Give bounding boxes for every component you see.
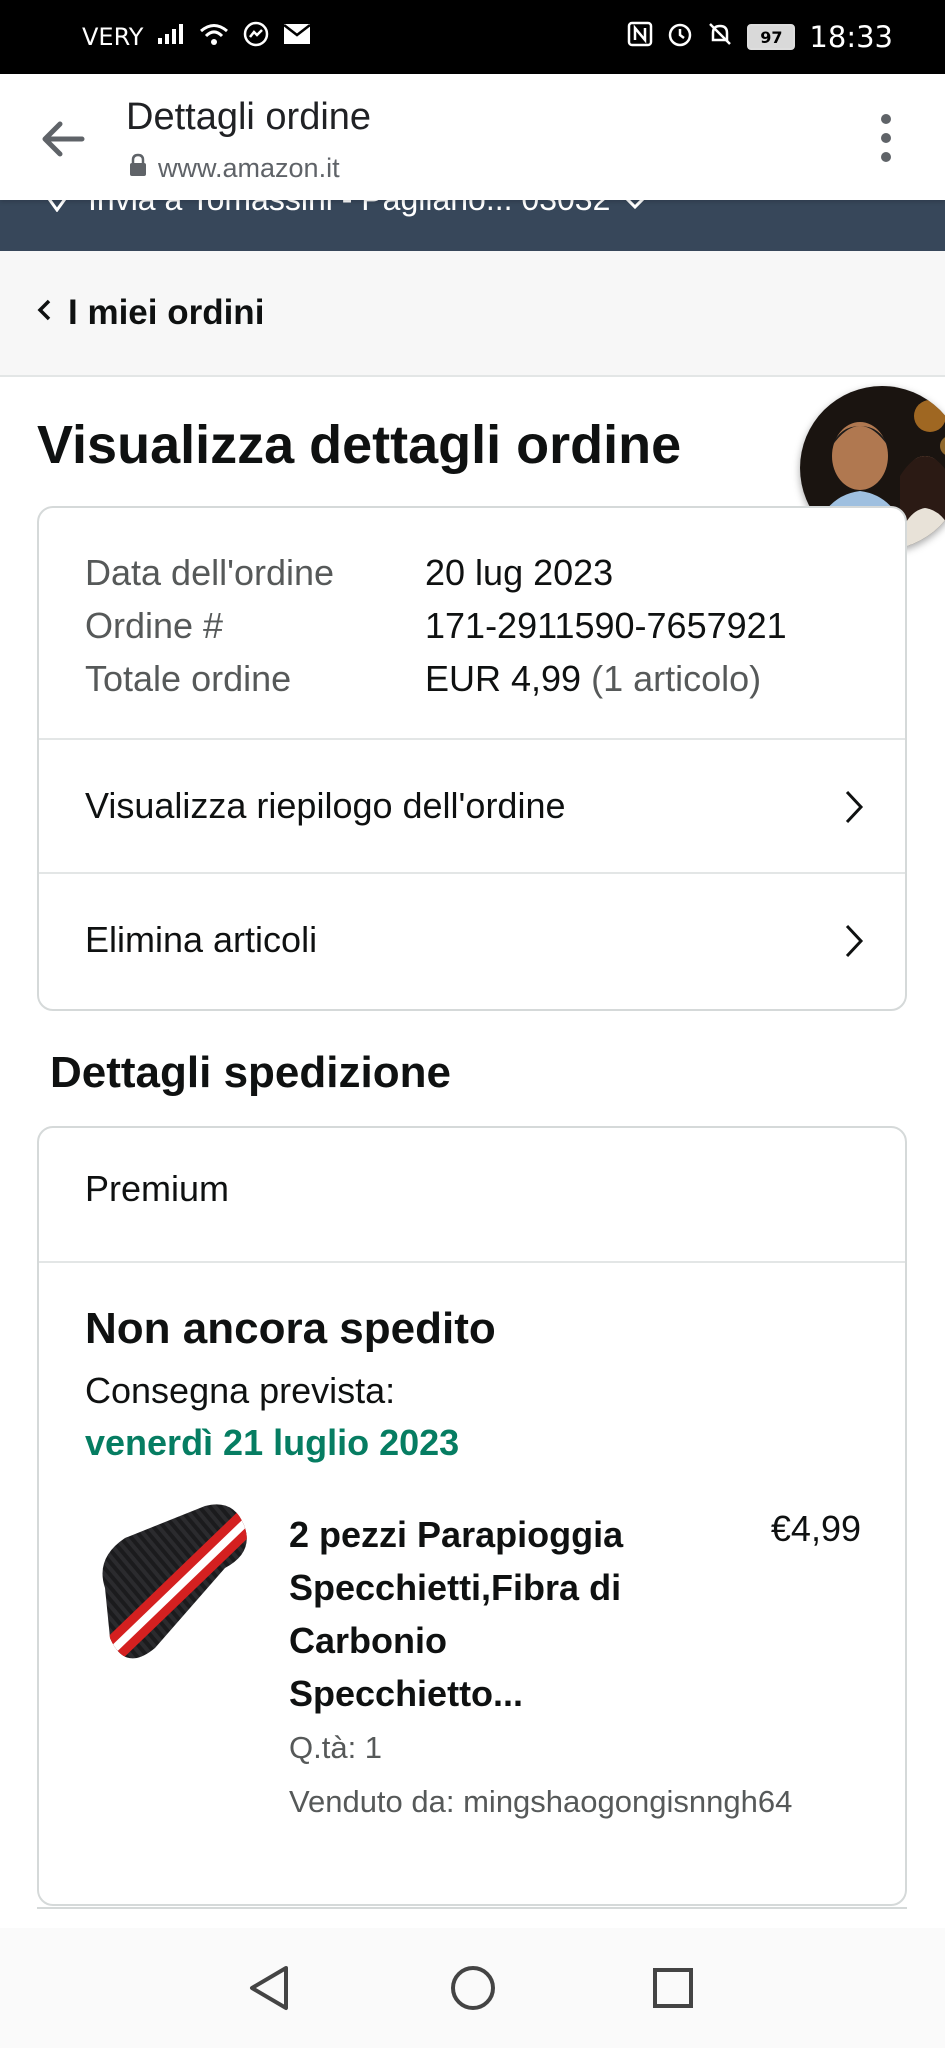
order-info-card: Data dell'ordine 20 lug 2023 Ordine # 17… <box>37 506 907 1011</box>
order-date-label: Data dell'ordine <box>85 552 335 593</box>
status-bar: VERY 97 18:33 <box>0 0 945 74</box>
nav-back-icon[interactable] <box>240 1958 300 2018</box>
divider <box>39 1261 905 1263</box>
url-bar[interactable]: www.amazon.it <box>128 153 340 184</box>
nav-recents-icon[interactable] <box>643 1958 703 2018</box>
chevron-right-icon <box>839 918 869 964</box>
product-title-link[interactable]: 2 pezzi Parapioggia Specchietti,Fibra di… <box>289 1508 659 1720</box>
browser-toolbar: Dettagli ordine www.amazon.it <box>0 74 945 200</box>
lock-icon <box>128 153 148 184</box>
shipping-section-title: Dettagli spedizione <box>50 1048 451 1097</box>
browser-page-title: Dettagli ordine <box>126 96 372 138</box>
nfc-icon <box>627 21 653 53</box>
expected-delivery-date: venerdì 21 luglio 2023 <box>85 1422 460 1463</box>
delete-items-label: Elimina articoli <box>85 919 318 960</box>
battery-icon: 97 <box>747 24 796 50</box>
ship-to-strip[interactable]: Invia a Tomassini - Pagliano... 03032 <box>0 200 945 251</box>
shipment-status: Non ancora spedito <box>85 1304 496 1353</box>
order-info-grid: Data dell'ordine 20 lug 2023 Ordine # 17… <box>85 546 787 705</box>
product-image[interactable] <box>85 1498 257 1670</box>
clock: 18:33 <box>809 20 893 54</box>
page-title: Visualizza dettagli ordine <box>37 415 682 475</box>
alarm-icon <box>667 21 693 53</box>
order-total-amount: EUR 4,99 <box>425 658 582 699</box>
more-vert-icon[interactable] <box>879 114 893 162</box>
ship-to-text: Invia a Tomassini - Pagliano... 03032 <box>88 200 610 218</box>
order-number-value: 171-2911590-7657921 <box>425 605 787 646</box>
url-text: www.amazon.it <box>158 153 340 183</box>
order-date-row: Data dell'ordine 20 lug 2023 <box>85 546 787 599</box>
chevron-down-icon <box>624 200 646 218</box>
order-item-count: (1 articolo) <box>591 658 762 699</box>
messenger-icon <box>243 21 269 53</box>
order-number-label: Ordine # <box>85 605 224 646</box>
location-icon <box>40 200 74 220</box>
bell-off-icon <box>707 21 733 53</box>
view-order-summary-row[interactable]: Visualizza riepilogo dell'ordine <box>39 738 905 872</box>
order-total-value: EUR 4,99 (1 articolo) <box>425 652 761 705</box>
product-quantity: Q.tà: 1 <box>289 1730 383 1765</box>
order-total-label: Totale ordine <box>85 658 292 699</box>
view-order-summary-label: Visualizza riepilogo dell'ordine <box>85 785 566 826</box>
signal-icon <box>157 23 185 51</box>
product-price: €4,99 <box>770 1508 861 1549</box>
product-seller: Venduto da: mingshaogongisnngh64 <box>289 1784 793 1819</box>
expected-delivery-label: Consegna prevista: <box>85 1370 396 1411</box>
delete-items-row[interactable]: Elimina articoli <box>39 872 905 1006</box>
mail-icon <box>283 23 312 51</box>
breadcrumb-my-orders[interactable]: I miei ordini <box>68 293 264 333</box>
back-arrow-icon[interactable] <box>38 114 88 164</box>
system-nav-bar <box>0 1928 945 2048</box>
nav-home-icon[interactable] <box>443 1958 503 2018</box>
order-date-value: 20 lug 2023 <box>425 552 614 593</box>
divider <box>37 1907 907 1909</box>
chevron-left-icon <box>36 296 52 330</box>
carrier-label: VERY <box>82 23 144 51</box>
order-total-row: Totale ordine EUR 4,99 (1 articolo) <box>85 652 787 705</box>
chevron-right-icon <box>839 784 869 830</box>
wifi-icon <box>199 22 229 52</box>
breadcrumb[interactable]: I miei ordini <box>0 251 945 377</box>
shipment-card: Premium Non ancora spedito Consegna prev… <box>37 1126 907 1906</box>
shipping-method: Premium <box>85 1168 230 1209</box>
order-number-row: Ordine # 171-2911590-7657921 <box>85 599 787 652</box>
